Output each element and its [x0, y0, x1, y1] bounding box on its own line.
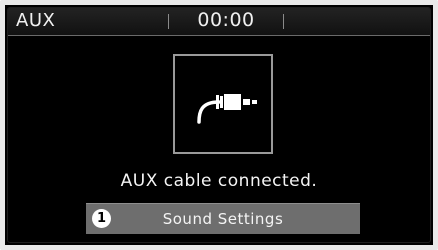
sound-settings-label: Sound Settings — [162, 210, 284, 228]
aux-cable-plug-icon — [173, 54, 273, 154]
clock: 00:00 — [197, 9, 255, 31]
status-bar: AUX 00:00 — [8, 8, 430, 36]
status-divider — [283, 14, 284, 29]
screen-display: AUX 00:00 AUX cable connected. 1 Sound S… — [7, 7, 431, 243]
sound-settings-button[interactable]: 1 Sound Settings — [86, 203, 360, 234]
head-unit-screen: AUX 00:00 AUX cable connected. 1 Sound S… — [0, 0, 438, 250]
connection-message: AUX cable connected. — [120, 171, 318, 191]
status-divider — [168, 14, 169, 29]
source-label: AUX — [16, 10, 56, 31]
